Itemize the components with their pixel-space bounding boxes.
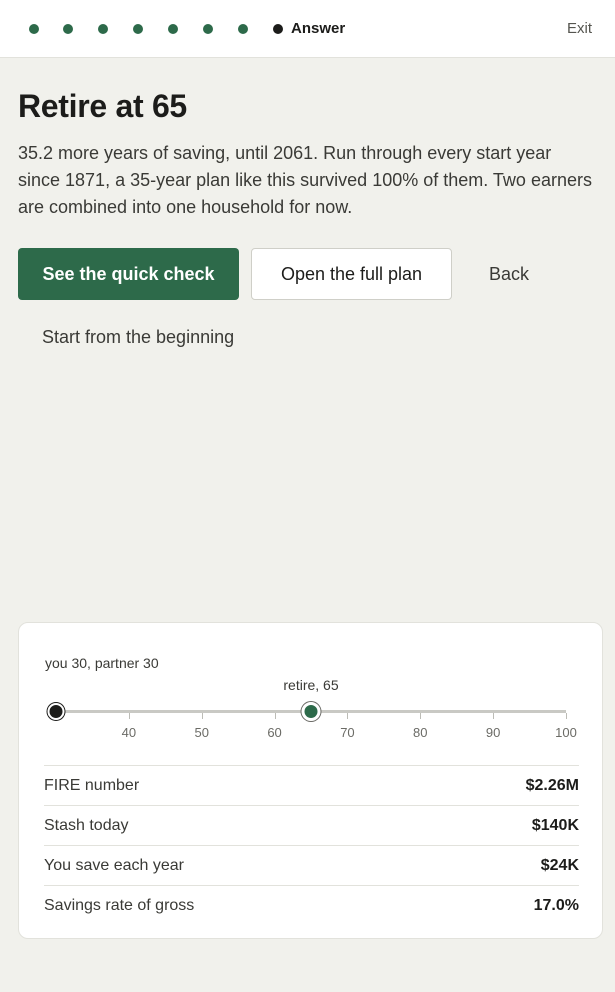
- slider-tick-label: 40: [121, 725, 137, 740]
- slider-tick: [566, 713, 567, 719]
- start-over-button[interactable]: Start from the beginning: [42, 327, 234, 348]
- slider-tick-label: 70: [340, 725, 355, 740]
- slider-tick: [128, 713, 130, 719]
- step-dot-complete: [203, 24, 213, 34]
- stat-row-savings-rate: Savings rate of gross 17.0%: [44, 885, 579, 925]
- stats-list: FIRE number $2.26M Stash today $140K You…: [44, 765, 579, 925]
- stat-label: Savings rate of gross: [44, 896, 195, 914]
- stat-value: $24K: [540, 856, 579, 874]
- retire-age-slider-handle[interactable]: [301, 702, 321, 721]
- page-title: Retire at 65: [18, 88, 187, 124]
- slider-tick: [274, 713, 276, 719]
- back-button[interactable]: Back: [470, 248, 548, 300]
- step-dot-current: [273, 24, 283, 34]
- retirement-card: you 30, partner 30 retire, 65 40 50 60 70 80…: [18, 622, 603, 939]
- step-dot-complete: [168, 24, 178, 34]
- step-dot-complete: [29, 24, 39, 34]
- step-dot-complete: [98, 24, 108, 34]
- slider-tick-label: 60: [267, 725, 282, 740]
- step-dot-complete: [133, 24, 143, 34]
- exit-link[interactable]: Exit: [567, 20, 592, 37]
- slider-tick: [493, 713, 495, 719]
- stat-row-annual-savings: You save each year $24K: [44, 845, 579, 885]
- retire-age-label: retire, 65: [283, 677, 339, 693]
- quick-check-button[interactable]: See the quick check: [18, 248, 239, 300]
- stat-row-stash-today: Stash today $140K: [44, 805, 579, 845]
- stat-value: 17.0%: [533, 896, 579, 914]
- slider-tick-label: 80: [413, 725, 428, 740]
- stat-row-fire-number: FIRE number $2.26M: [44, 765, 579, 805]
- progress-header: Answer Exit: [0, 0, 615, 58]
- ages-label: you 30, partner 30: [45, 655, 159, 671]
- step-dot-complete: [238, 24, 248, 34]
- slider-tick-label: 100: [555, 725, 577, 740]
- result-summary: 35.2 more years of saving, until 2061. R…: [18, 143, 592, 217]
- current-step-label: Answer: [291, 20, 346, 37]
- slider-tick-label: 50: [194, 725, 209, 740]
- current-age-marker: [47, 703, 65, 720]
- slider-tick: [201, 713, 203, 719]
- stat-value: $140K: [531, 816, 579, 834]
- full-plan-button[interactable]: Open the full plan: [251, 248, 452, 300]
- stat-label: Stash today: [44, 816, 129, 834]
- step-dot-complete: [63, 24, 73, 34]
- stat-label: FIRE number: [44, 776, 140, 794]
- slider-tick: [420, 713, 422, 719]
- slider-tick: [347, 713, 349, 719]
- stat-label: You save each year: [44, 856, 184, 874]
- stat-value: $2.26M: [525, 776, 579, 794]
- slider-tick-label: 90: [485, 725, 501, 740]
